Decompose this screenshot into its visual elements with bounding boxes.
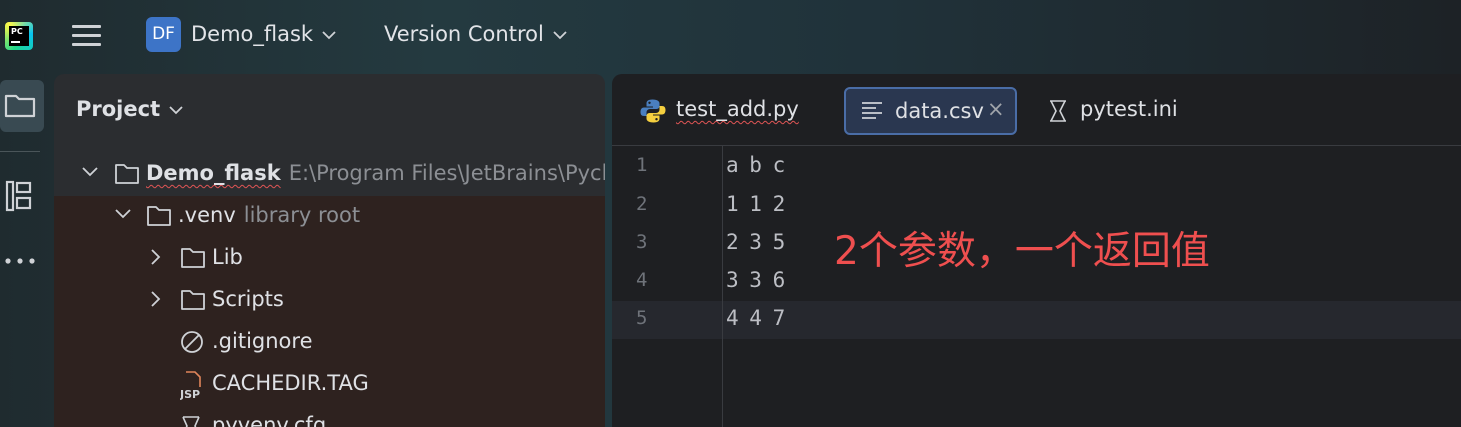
line-number: 3: [636, 231, 648, 253]
tab-test-add-py[interactable]: test_add.py: [634, 87, 824, 135]
project-panel-title[interactable]: Project: [76, 97, 183, 121]
line-text: a b c: [726, 153, 785, 177]
version-control-menu[interactable]: Version Control: [384, 22, 567, 46]
tree-item-label: CACHEDIR.TAG: [212, 371, 369, 395]
line-text: 3 3 6: [726, 268, 785, 292]
tree-item-label: Lib: [212, 245, 243, 269]
chevron-down-icon[interactable]: [115, 209, 131, 219]
line-text: 2 3 5: [726, 230, 785, 254]
line-number: 5: [636, 307, 648, 329]
strip-divider: [0, 151, 40, 152]
folder-icon: [147, 206, 171, 226]
tree-item-label: .venv: [178, 203, 236, 227]
folder-icon: [115, 164, 139, 184]
tree-row-scripts[interactable]: Scripts: [54, 280, 605, 322]
tree-row-lib[interactable]: Lib: [54, 238, 605, 280]
editor-area: test_add.py data.csv × pytest.ini 1 a b …: [612, 74, 1461, 427]
ignore-file-icon: [181, 331, 203, 353]
tool-window-strip: [0, 72, 52, 427]
line-number: 1: [636, 154, 648, 176]
pycharm-logo-icon[interactable]: PC: [5, 22, 33, 50]
tree-item-hint: library root: [243, 203, 361, 227]
tab-data-csv[interactable]: data.csv ×: [844, 87, 1017, 135]
gutter-divider: [722, 146, 723, 427]
tab-label: pytest.ini: [1080, 97, 1178, 121]
editor-tab-bar: test_add.py data.csv × pytest.ini: [612, 74, 1461, 146]
ini-file-icon: [1050, 100, 1066, 122]
tree-item-path: E:\Program Files\JetBrains\Pycha: [288, 161, 605, 185]
tree-item-label: Scripts: [212, 287, 284, 311]
line-text: 1 1 2: [726, 192, 785, 216]
tab-label: test_add.py: [676, 97, 799, 121]
folder-icon: [4, 94, 36, 118]
ide-window: PC DF Demo_flask Version Control Project…: [0, 0, 1461, 427]
line-text: 4 4 7: [726, 306, 785, 330]
tab-pytest-ini[interactable]: pytest.ini: [1037, 87, 1187, 135]
tree-row-venv[interactable]: .venv library root: [54, 196, 605, 238]
structure-tool-button[interactable]: [0, 170, 44, 222]
code-line-current[interactable]: 5 4 4 7: [612, 301, 1461, 339]
chevron-down-icon: [322, 30, 336, 39]
tree-row-pyvenv[interactable]: pyvenv.cfg: [54, 406, 605, 427]
tree-row-cachedir[interactable]: JSP CACHEDIR.TAG: [54, 364, 605, 406]
text-file-icon: [862, 102, 882, 119]
chevron-right-icon[interactable]: [151, 249, 161, 265]
code-line[interactable]: 1 a b c: [612, 148, 1461, 186]
tree-item-label: .gitignore: [212, 329, 313, 353]
config-file-icon: [182, 416, 200, 427]
tab-label: data.csv: [895, 99, 984, 123]
more-tools-button[interactable]: [0, 242, 44, 282]
chevron-down-icon[interactable]: [82, 167, 98, 177]
project-badge[interactable]: DF: [146, 17, 181, 52]
jsp-file-icon: JSP: [180, 371, 201, 400]
svg-text:JSP: JSP: [180, 388, 200, 400]
tree-item-label: pyvenv.cfg: [212, 413, 327, 427]
title-bar: PC DF Demo_flask Version Control: [0, 0, 1461, 72]
main-menu-icon[interactable]: [72, 22, 102, 50]
annotation-text: 2个参数，一个返回值: [834, 229, 1210, 274]
structure-icon: [5, 180, 32, 212]
line-number: 4: [636, 269, 648, 291]
python-icon: [640, 99, 666, 123]
folder-icon: [181, 248, 205, 268]
project-panel: Project Demo_flask E:\Program Files\JetBr…: [54, 74, 605, 427]
line-number: 2: [636, 193, 648, 215]
tree-row-gitignore[interactable]: .gitignore: [54, 322, 605, 364]
chevron-right-icon[interactable]: [151, 291, 161, 307]
tree-item-label: Demo_flask: [146, 161, 281, 185]
close-tab-icon[interactable]: ×: [987, 97, 1005, 121]
chevron-down-icon: [553, 30, 567, 39]
tree-row-demo-flask[interactable]: Demo_flask E:\Program Files\JetBrains\Pyc…: [54, 154, 605, 196]
project-switcher[interactable]: Demo_flask: [191, 22, 336, 46]
more-icon: [5, 258, 35, 264]
project-tool-button[interactable]: [0, 80, 44, 132]
project-name-label: Demo_flask: [191, 22, 314, 46]
version-control-label: Version Control: [384, 22, 544, 46]
chevron-down-icon: [169, 105, 183, 114]
folder-icon: [181, 290, 205, 310]
